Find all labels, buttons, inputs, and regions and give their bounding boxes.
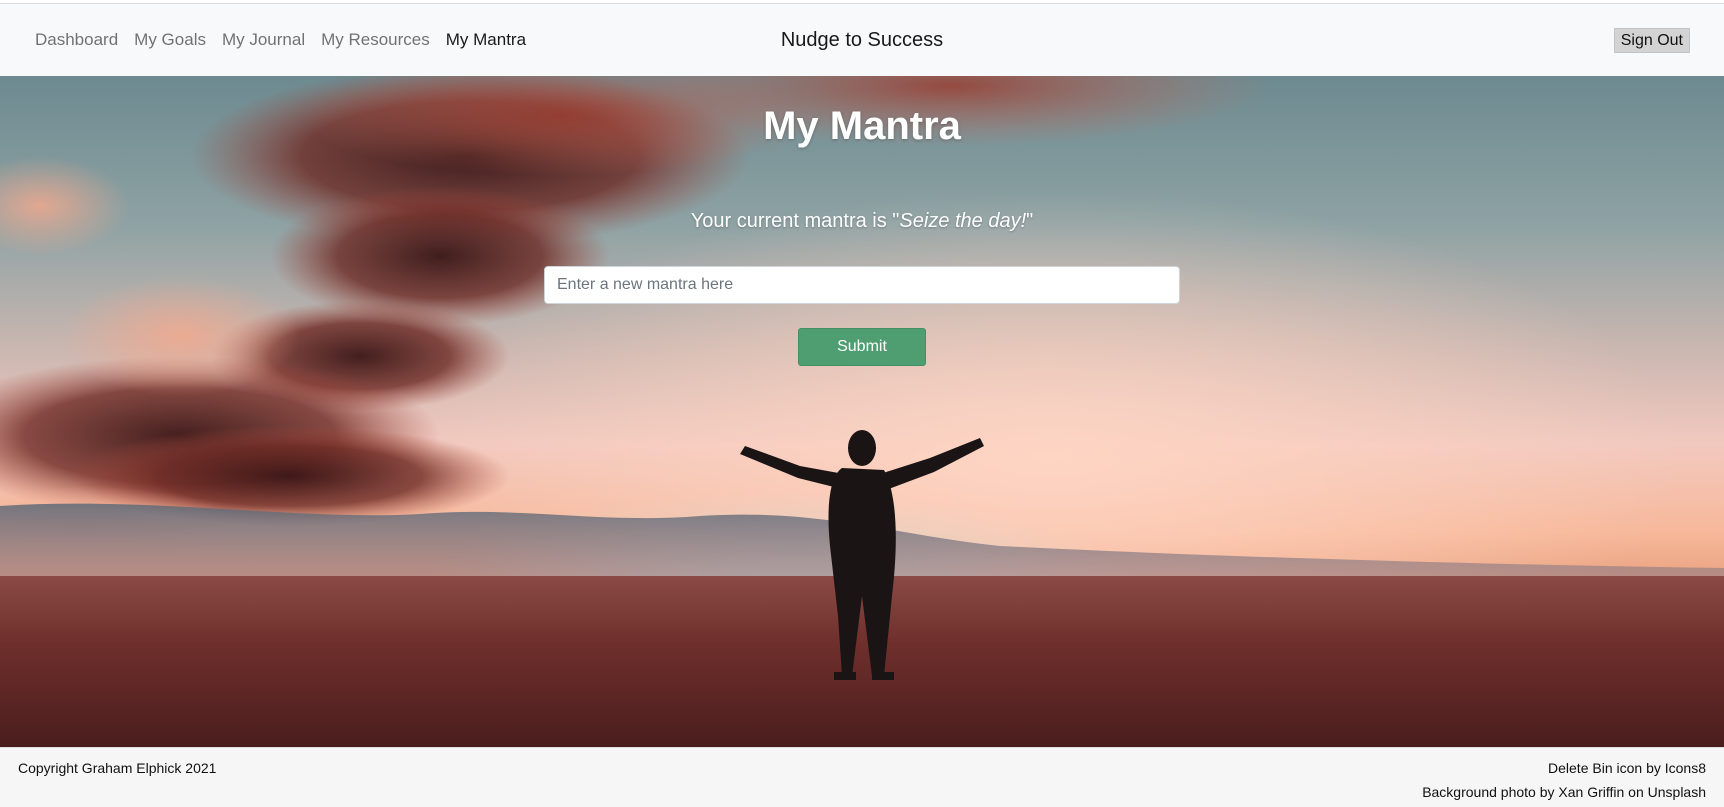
photo-credit-link[interactable]: Background photo by Xan Griffin on Unspl… — [1422, 784, 1706, 800]
current-mantra-prefix: Your current mantra is " — [690, 210, 900, 232]
new-mantra-input[interactable] — [544, 266, 1180, 304]
nav-link-dashboard[interactable]: Dashboard — [35, 30, 118, 50]
footer: Copyright Graham Elphick 2021 Delete Bin… — [0, 747, 1724, 807]
nav-link-my-goals[interactable]: My Goals — [134, 30, 206, 50]
brand-title[interactable]: Nudge to Success — [781, 29, 943, 52]
sunset-landscape-image — [0, 76, 1724, 747]
copyright-text: Copyright Graham Elphick 2021 — [18, 760, 217, 776]
desert-ground — [0, 576, 1724, 747]
sign-out-button[interactable]: Sign Out — [1613, 28, 1690, 53]
current-mantra-value: Seize the day! — [899, 210, 1027, 232]
current-mantra-text: Your current mantra is "Seize the day!" — [0, 210, 1724, 233]
nav-link-my-mantra[interactable]: My Mantra — [446, 30, 526, 50]
nav-link-my-journal[interactable]: My Journal — [222, 30, 305, 50]
icon-credit-link[interactable]: Delete Bin icon by Icons8 — [1548, 760, 1706, 776]
navbar: Dashboard My Goals My Journal My Resourc… — [0, 4, 1724, 76]
current-mantra-suffix: " — [1026, 210, 1034, 232]
clouds — [0, 76, 1270, 566]
page-title: My Mantra — [763, 104, 961, 148]
nav-link-my-resources[interactable]: My Resources — [321, 30, 430, 50]
nav-links: Dashboard My Goals My Journal My Resourc… — [35, 4, 542, 76]
submit-button[interactable]: Submit — [798, 328, 926, 366]
hero-background: My Mantra Your current mantra is "Seize … — [0, 76, 1724, 747]
